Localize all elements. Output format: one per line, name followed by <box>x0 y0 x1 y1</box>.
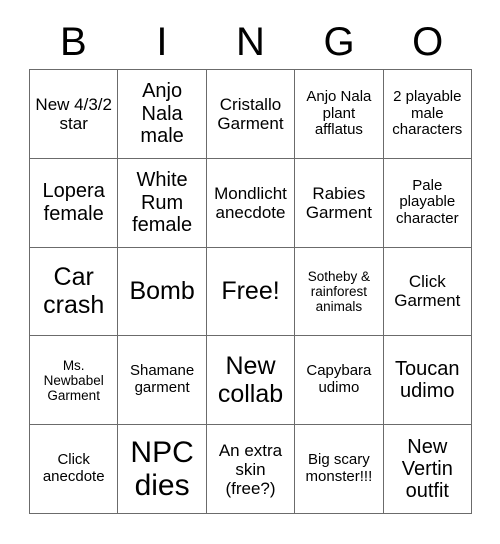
bingo-cell-label: An extra skin (free?) <box>218 440 283 498</box>
bingo-cell[interactable]: Click anecdote <box>30 425 119 514</box>
bingo-cell[interactable]: Click Garment <box>383 247 472 337</box>
bingo-cell[interactable]: Cristallo Garment <box>206 70 296 159</box>
bingo-cell-label: Lopera female <box>42 180 105 225</box>
bingo-cell-label: 2 playable male characters <box>392 87 463 139</box>
bingo-cell-label: Capybara udimo <box>306 362 372 397</box>
bingo-header-letter-n: N <box>236 19 265 64</box>
bingo-cell-label: New 4/3/2 star <box>35 94 112 133</box>
bingo-header-row: B I N G O <box>29 14 472 69</box>
bingo-cell[interactable]: Sotheby & rainforest animals <box>295 247 384 337</box>
bingo-cell[interactable]: New 4/3/2 star <box>30 70 119 159</box>
bingo-cell[interactable]: Shamane garment <box>118 336 207 426</box>
bingo-cell[interactable]: Big scary monster!!! <box>295 425 384 514</box>
bingo-cell[interactable]: Mondlicht anecdote <box>206 158 296 248</box>
bingo-cell-label: Big scary monster!!! <box>305 451 373 486</box>
bingo-cell[interactable]: New collab <box>206 336 296 426</box>
bingo-cell[interactable]: Capybara udimo <box>295 336 384 426</box>
bingo-cell[interactable]: Bomb <box>118 247 207 337</box>
bingo-cell[interactable]: Anjo Nala plant afflatus <box>295 70 384 159</box>
bingo-cell-label: Free! <box>221 277 280 306</box>
bingo-cell-label: Ms. Newbabel Garment <box>43 357 104 403</box>
bingo-header-letter-o: O <box>412 19 444 64</box>
bingo-grid: New 4/3/2 star Anjo Nala male Cristallo Ga… <box>29 69 472 514</box>
bingo-cell-label: New collab <box>217 352 284 409</box>
bingo-cell-label: Anjo Nala male <box>140 80 184 148</box>
bingo-cell-label: NPC dies <box>130 435 194 503</box>
bingo-cell-label: White Rum female <box>132 169 193 236</box>
bingo-cell[interactable]: An extra skin (free?) <box>206 425 296 514</box>
bingo-cell-label: Sotheby & rainforest animals <box>307 268 371 315</box>
bingo-cell[interactable]: Car crash <box>30 247 119 337</box>
bingo-cell[interactable]: Lopera female <box>30 158 119 248</box>
bingo-cell-label: Cristallo Garment <box>217 94 284 133</box>
bingo-cell-label: Click anecdote <box>42 451 105 486</box>
bingo-cell[interactable]: Anjo Nala male <box>118 70 207 159</box>
bingo-cell[interactable]: Toucan udimo <box>383 336 472 426</box>
bingo-cell[interactable]: 2 playable male characters <box>383 70 472 159</box>
bingo-card: B I N G O New 4/3/2 star Anjo Nala male Cr… <box>0 0 500 544</box>
bingo-cell[interactable]: Pale playable character <box>383 158 472 248</box>
bingo-header-letter-g: G <box>323 19 355 64</box>
bingo-cell-label: Pale playable character <box>396 176 459 228</box>
bingo-cell-label: Anjo Nala plant afflatus <box>306 87 372 139</box>
bingo-cell[interactable]: White Rum female <box>118 158 207 248</box>
bingo-cell-label: Rabies Garment <box>305 183 372 222</box>
bingo-cell-label: Shamane garment <box>129 362 195 397</box>
bingo-header-letter-i: I <box>156 19 168 64</box>
bingo-cell-label: Car crash <box>43 263 105 320</box>
bingo-cell-label: Toucan udimo <box>395 357 460 403</box>
bingo-cell-label: New Vertin outfit <box>401 435 453 503</box>
bingo-cell[interactable]: NPC dies <box>118 425 207 514</box>
bingo-header-letter-b: B <box>59 19 87 64</box>
bingo-cell[interactable]: Free! <box>206 247 296 337</box>
bingo-cell[interactable]: Ms. Newbabel Garment <box>30 336 119 426</box>
bingo-cell[interactable]: New Vertin outfit <box>383 425 472 514</box>
bingo-cell-label: Click Garment <box>394 272 461 311</box>
bingo-cell[interactable]: Rabies Garment <box>295 158 384 248</box>
bingo-cell-label: Mondlicht anecdote <box>214 183 287 222</box>
bingo-cell-label: Bomb <box>129 277 195 306</box>
